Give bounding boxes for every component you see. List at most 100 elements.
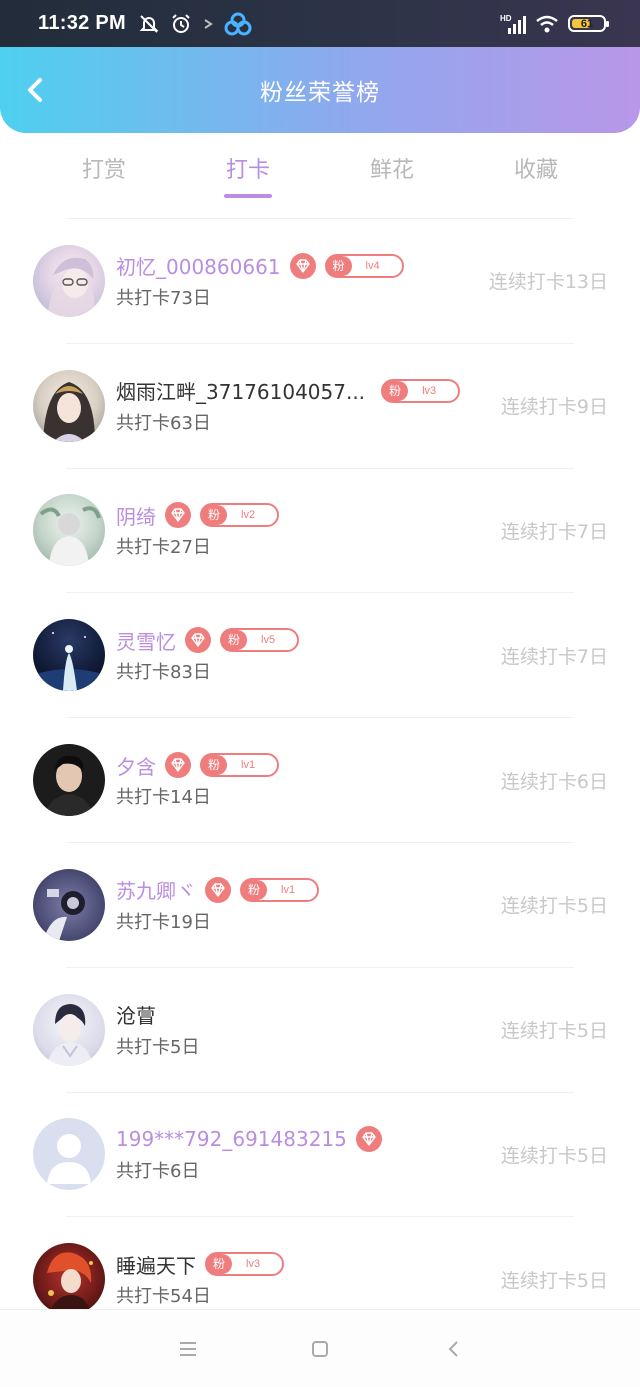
list-item[interactable]: 灵雪忆 粉 lv5 共打卡83日 连续打卡7日 [33, 592, 608, 717]
status-icons-right: HD 61 [500, 14, 609, 34]
fan-level-badge: 粉 lv1 [200, 753, 280, 778]
user-name[interactable]: 初忆_000860661 [116, 251, 281, 280]
user-name[interactable]: 夕含 [116, 751, 156, 780]
fan-badge-label: 粉 [326, 255, 352, 276]
fan-level: lv1 [241, 759, 256, 772]
fan-level-badge: 粉 lv5 [220, 628, 300, 653]
list-item[interactable]: 沧萺 共打卡5日 连续打卡5日 [33, 966, 608, 1092]
page-header: 粉丝荣誉榜 [0, 47, 640, 133]
diamond-badge-icon [289, 252, 316, 279]
fan-level: lv2 [241, 509, 256, 522]
streak-checkin: 连续打卡13日 [488, 271, 608, 294]
fan-level: lv4 [365, 259, 380, 272]
streak-checkin: 连续打卡7日 [500, 520, 608, 543]
fan-level-badge: 粉 lv3 [205, 1252, 285, 1277]
status-time: 11:32 PM [38, 12, 127, 34]
fan-badge-label: 粉 [207, 1254, 233, 1275]
avatar[interactable] [33, 1118, 105, 1191]
menu-button[interactable] [175, 1336, 201, 1362]
tab-flowers[interactable]: 鲜花 [320, 140, 464, 200]
fan-badge-label: 粉 [242, 879, 268, 900]
user-name[interactable]: 睡遍天下 [116, 1250, 196, 1279]
avatar[interactable] [33, 494, 105, 567]
fan-badge-label: 粉 [202, 755, 228, 776]
list-item[interactable]: 199***792_691483215 共打卡6日 连续打卡5日 [33, 1091, 608, 1217]
diamond-badge-icon [355, 1126, 382, 1153]
status-bar: 11:32 PM HD 61 [0, 0, 640, 47]
streak-checkin: 连续打卡5日 [500, 895, 608, 918]
streak-checkin: 连续打卡5日 [500, 1144, 608, 1167]
status-icons-left [138, 12, 252, 36]
list-item[interactable]: 初忆_000860661 粉 lv4 共打卡73日 连续打卡13日 [33, 218, 608, 343]
system-nav-bar [0, 1309, 640, 1387]
total-checkin: 共打卡19日 [116, 911, 211, 933]
avatar[interactable] [33, 369, 105, 442]
home-square-icon [312, 1341, 328, 1357]
user-name[interactable]: 苏九卿ヾ [116, 875, 196, 904]
diamond-badge-icon [165, 752, 191, 779]
total-checkin: 共打卡6日 [116, 1161, 200, 1183]
total-checkin: 共打卡5日 [116, 1036, 200, 1058]
signal-icon: HD [500, 14, 526, 34]
default-avatar-icon [47, 1134, 91, 1185]
page-title: 粉丝荣誉榜 [260, 80, 380, 106]
battery-icon: 61 [568, 15, 609, 32]
fan-badge-label: 粉 [222, 630, 248, 651]
avatar[interactable] [33, 244, 105, 317]
streak-checkin: 连续打卡9日 [500, 396, 608, 419]
fan-level-badge: 粉 lv2 [200, 503, 280, 528]
list-item[interactable]: 阴绮 粉 lv2 共打卡27日 连续打卡7日 [33, 467, 608, 593]
fan-level-badge: 粉 lv1 [240, 877, 320, 902]
diamond-badge-icon [205, 876, 231, 903]
alarm-clock-icon [172, 13, 190, 33]
tab-favorites[interactable]: 收藏 [464, 140, 608, 200]
streak-checkin: 连续打卡7日 [500, 645, 608, 668]
system-back-button[interactable] [441, 1336, 467, 1362]
tab-checkin[interactable]: 打卡 [176, 140, 320, 200]
user-name[interactable]: 灵雪忆 [116, 626, 176, 655]
list-item[interactable]: 夕含 粉 lv1 共打卡14日 连续打卡6日 [33, 717, 608, 842]
diamond-badge-icon [165, 502, 191, 529]
list-item[interactable]: 烟雨江畔_37176104057... 粉 lv3 共打卡63日 连续打卡9日 [33, 342, 608, 468]
list-item[interactable]: 苏九卿ヾ 粉 lv1 共打卡19日 连续打卡5日 [33, 841, 608, 967]
streak-checkin: 连续打卡6日 [500, 770, 608, 793]
menu-icon [180, 1342, 196, 1356]
streak-checkin: 连续打卡5日 [500, 1020, 608, 1043]
arrow-right-small-icon [204, 18, 213, 29]
streak-checkin: 连续打卡5日 [500, 1269, 608, 1292]
back-button[interactable] [18, 73, 52, 107]
battery-level: 61 [580, 17, 594, 30]
diamond-badge-icon [185, 627, 211, 654]
app-logo-icon [224, 12, 252, 35]
total-checkin: 共打卡63日 [116, 412, 211, 434]
home-button[interactable] [307, 1336, 333, 1362]
avatar[interactable] [33, 993, 105, 1066]
ranking-list: 初忆_000860661 粉 lv4 共打卡73日 连续打卡13日 烟雨江畔_37… [0, 218, 640, 1341]
network-label: HD [500, 14, 512, 23]
fan-level: lv3 [246, 1258, 261, 1271]
fan-badge-label: 粉 [202, 505, 228, 526]
fan-badge-label: 粉 [383, 380, 409, 401]
mute-bell-icon [139, 14, 159, 33]
wifi-icon [536, 15, 558, 32]
fan-level: lv3 [422, 384, 437, 397]
user-name[interactable]: 烟雨江畔_37176104057... [116, 376, 365, 405]
user-name[interactable]: 199***792_691483215 [116, 1127, 347, 1151]
tab-bar: 打赏 打卡 鲜花 收藏 [0, 140, 640, 200]
back-triangle-icon [448, 1341, 458, 1357]
total-checkin: 共打卡54日 [116, 1286, 211, 1308]
user-name[interactable]: 沧萺 [116, 1000, 156, 1029]
fan-level-badge: 粉 lv4 [324, 253, 404, 278]
avatar[interactable] [33, 619, 105, 692]
total-checkin: 共打卡14日 [116, 787, 211, 809]
tab-reward[interactable]: 打赏 [32, 140, 176, 200]
total-checkin: 共打卡27日 [116, 537, 211, 559]
avatar[interactable] [33, 868, 105, 941]
user-name[interactable]: 阴绮 [116, 501, 156, 530]
avatar[interactable] [33, 1243, 105, 1316]
avatar[interactable] [33, 744, 105, 817]
total-checkin: 共打卡83日 [116, 662, 211, 684]
total-checkin: 共打卡73日 [116, 287, 211, 309]
fan-level-badge: 粉 lv3 [381, 378, 461, 403]
chevron-left-icon [28, 78, 42, 102]
